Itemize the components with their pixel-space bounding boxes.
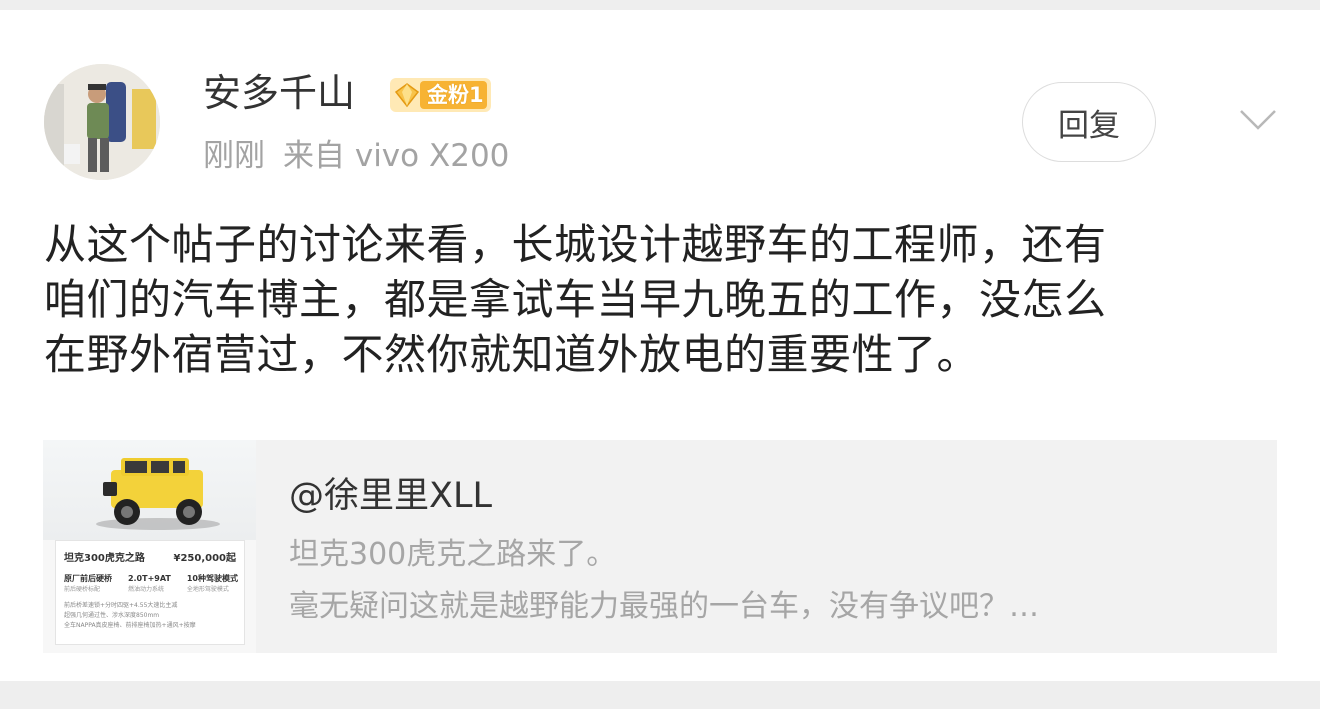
spec-card: 坦克300虎克之路 ¥250,000起 原厂前后硬桥 前后硬桥标配 2.0T+9… — [55, 540, 245, 645]
repost-card[interactable]: 坦克300虎克之路 ¥250,000起 原厂前后硬桥 前后硬桥标配 2.0T+9… — [43, 440, 1277, 653]
repost-text-line: 毫无疑问这就是越野能力最强的一台车，没有争议吧？… — [289, 589, 1039, 624]
car-thumbnail — [96, 458, 220, 530]
avatar-photo — [44, 64, 160, 180]
post-content: 从这个帖子的讨论来看，长城设计越野车的工程师，还有 咱们的汽车博主，都是拿试车当… — [44, 217, 1284, 382]
fan-badge[interactable]: 金粉1 — [390, 78, 491, 112]
spec-main: 2.0T+9AT — [127, 574, 171, 583]
spec-columns: 原厂前后硬桥 前后硬桥标配 2.0T+9AT 燃油动力系统 10种驾驶模式 全地… — [64, 573, 238, 595]
username[interactable]: 安多千山 — [203, 68, 355, 118]
chevron-down-icon[interactable] — [1238, 108, 1278, 132]
repost-author[interactable]: @徐里里XLL — [289, 474, 492, 518]
badge-label: 金粉1 — [427, 83, 484, 107]
post-card: 安多千山 金粉1 刚刚 来自 vivo X200 回复 从这个帖子的讨论来看，长城… — [0, 10, 1320, 681]
spec-note: 超强几何通过性、涉水深度850mm — [64, 612, 160, 619]
reply-button[interactable]: 回复 — [1022, 82, 1156, 162]
spec-title: 坦克300虎克之路 — [64, 553, 145, 564]
repost-text-line: 坦克300虎克之路来了。 — [289, 537, 617, 572]
spec-price: ¥250,000起 — [173, 553, 236, 564]
spec-main: 原厂前后硬桥 — [64, 574, 112, 583]
post-source: 来自 vivo X200 — [283, 138, 510, 174]
spec-sub: 全地形驾驶模式 — [186, 586, 229, 593]
repost-thumbnail[interactable]: 坦克300虎克之路 ¥250,000起 原厂前后硬桥 前后硬桥标配 2.0T+9… — [43, 440, 256, 653]
post-content-line: 咱们的汽车博主，都是拿试车当早九晚五的工作，没怎么 — [44, 275, 1107, 324]
spec-notes: 前后桥差速锁+分时四驱+4.55大速比主减 超强几何通过性、涉水深度850mm … — [64, 601, 238, 631]
post-content-line: 从这个帖子的讨论来看，长城设计越野车的工程师，还有 — [44, 220, 1107, 269]
spec-sub: 燃油动力系统 — [127, 586, 164, 593]
post-time: 刚刚 — [203, 138, 265, 174]
spec-column: 10种驾驶模式 全地形驾驶模式 — [187, 573, 238, 595]
spec-note: 前后桥差速锁+分时四驱+4.55大速比主减 — [64, 602, 178, 609]
avatar[interactable] — [44, 64, 160, 180]
spec-sub: 前后硬桥标配 — [64, 586, 101, 593]
spec-column: 2.0T+9AT 燃油动力系统 — [128, 573, 171, 595]
spec-note: 全车NAPPA真皮座椅、前排座椅加热+通风+按摩 — [64, 622, 196, 629]
post-content-line: 在野外宿营过，不然你就知道外放电的重要性了。 — [44, 330, 980, 379]
spec-column: 原厂前后硬桥 前后硬桥标配 — [64, 573, 112, 595]
spec-main: 10种驾驶模式 — [186, 574, 238, 583]
post-meta: 刚刚 来自 vivo X200 — [203, 136, 509, 176]
gold-diamond-icon — [394, 83, 420, 108]
